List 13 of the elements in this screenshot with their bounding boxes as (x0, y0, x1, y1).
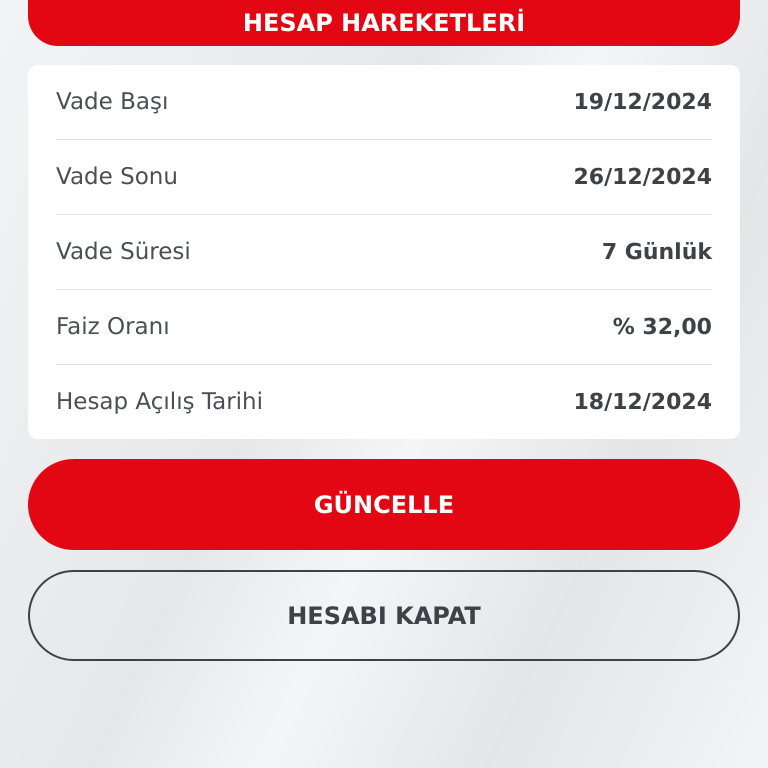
detail-value: 7 Günlük (602, 240, 712, 264)
detail-value: 18/12/2024 (573, 390, 712, 414)
detail-label: Vade Sonu (56, 164, 178, 190)
detail-label: Vade Başı (56, 89, 168, 115)
update-button[interactable]: GÜNCELLE (28, 459, 740, 550)
detail-label: Vade Süresi (56, 239, 191, 265)
account-activity-button[interactable]: HESAP HAREKETLERİ (28, 0, 740, 46)
detail-label: Faiz Oranı (56, 314, 170, 340)
detail-value: 26/12/2024 (573, 164, 712, 190)
close-account-button[interactable]: HESABI KAPAT (28, 570, 740, 661)
detail-value: % 32,00 (612, 314, 712, 340)
detail-value: 19/12/2024 (573, 90, 712, 114)
detail-label: Hesap Açılış Tarihi (56, 389, 264, 415)
